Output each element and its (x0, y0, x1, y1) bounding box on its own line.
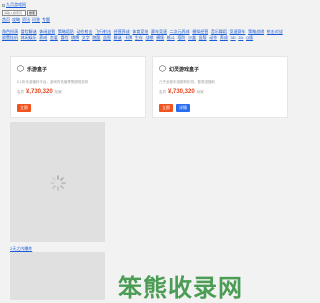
app-name[interactable]: 幻灵游戏盒子 (169, 66, 199, 73)
category-link[interactable]: 动作 (209, 35, 217, 40)
details-button[interactable]: 详情 (176, 104, 190, 112)
category-link[interactable]: 动作射击 (77, 29, 93, 34)
site-logo[interactable]: 九月游戏网 (2, 2, 26, 8)
category-link[interactable]: 养成 (39, 35, 47, 40)
category-link[interactable]: 策略战棋 (248, 29, 264, 34)
top-nav-link[interactable]: 首页 (2, 17, 10, 23)
category-link[interactable]: 冒险解谜 (21, 29, 37, 34)
category-link[interactable]: 文字 (82, 35, 90, 40)
top-nav-link[interactable]: 专题 (42, 17, 50, 23)
card-buttons: 立即 (17, 104, 31, 112)
category-link[interactable]: 解谜 (114, 35, 122, 40)
category-link[interactable]: 经营养成 (114, 29, 130, 34)
category-link[interactable]: 跑酷 (92, 35, 100, 40)
price-value: ¥,730,320 (168, 89, 195, 95)
category-nav: 角色扮演 冒险解谜 休闲益智 策略塔防 动作射击 飞行射击 经营养成 体育竞技 … (2, 29, 298, 41)
category-link[interactable]: 放置挂机 (2, 35, 18, 40)
category-link[interactable]: 休闲娱乐 (21, 35, 37, 40)
category-link[interactable]: 冒险 (61, 35, 69, 40)
category-link[interactable]: 策略塔防 (58, 29, 74, 34)
category-link[interactable]: 竞速赛车 (230, 29, 246, 34)
price-unit: 玩家 (196, 90, 204, 94)
top-nav-link[interactable]: 攻略 (12, 17, 20, 23)
category-link[interactable]: 二次元养成 (170, 29, 190, 34)
category-link[interactable]: Q版 (246, 35, 253, 40)
top-nav-link[interactable]: 资讯 (22, 17, 30, 23)
category-link[interactable]: 体育竞技 (132, 29, 148, 34)
category-link[interactable]: 休闲益智 (39, 29, 55, 34)
price-row: 会员 ¥,730,320 玩家 (159, 89, 204, 95)
category-link[interactable]: 赛车竞速 (151, 29, 167, 34)
category-link[interactable]: 益智 (103, 35, 111, 40)
watermark: 笨熊收录网 (118, 275, 243, 302)
image-placeholder (10, 252, 105, 300)
price-label: 会员 (17, 90, 24, 94)
category-link[interactable]: 战棋 (146, 35, 154, 40)
search-input[interactable] (2, 10, 26, 16)
category-link[interactable]: 棋牌 (71, 35, 79, 40)
category-link[interactable]: 竖版 (199, 35, 207, 40)
category-link[interactable]: 卡牌 (124, 35, 132, 40)
logo-image (2, 3, 5, 7)
app-name[interactable]: 乐游盒子 (27, 66, 47, 73)
app-description: 几乎全部手游都有折扣，登录送福利 (159, 80, 215, 84)
price-value: ¥,730,320 (26, 89, 53, 95)
category-link[interactable]: 横版 (156, 35, 164, 40)
app-description: 0.1折手游福利平台，游戏内充值享受超低折扣 (17, 80, 89, 84)
search-bar: 搜索 (2, 10, 38, 16)
card-buttons: 立即 详情 (159, 104, 190, 112)
top-nav-link[interactable]: 问答 (32, 17, 40, 23)
category-link[interactable]: 养成 (220, 35, 228, 40)
category-link[interactable]: 恋爱 (50, 35, 58, 40)
category-link[interactable]: 音乐舞蹈 (211, 29, 227, 34)
price-unit: 玩家 (54, 90, 62, 94)
category-link[interactable]: 3D (231, 35, 236, 40)
app-icon: ⬡ (17, 64, 24, 73)
app-card: ⬡ 乐游盒子 0.1折手游福利平台，游戏内充值享受超低折扣 会员 ¥,730,3… (10, 56, 146, 118)
category-link[interactable]: 角色扮演 (2, 29, 18, 34)
category-link[interactable]: 格斗 (167, 35, 175, 40)
top-nav: 首页 攻略 资讯 问答 专题 (2, 17, 50, 23)
category-link[interactable]: 2D (238, 35, 243, 40)
app-icon: ⬡ (159, 64, 166, 73)
app-card: ⬡ 幻灵游戏盒子 几乎全部手游都有折扣，登录送福利 会员 ¥,730,320 玩… (152, 56, 288, 118)
category-link[interactable]: 塔防 (177, 35, 185, 40)
category-link[interactable]: 射击对战 (267, 29, 283, 34)
category-link[interactable]: 模拟经营 (192, 29, 208, 34)
price-label: 会员 (159, 90, 166, 94)
category-link[interactable]: 沙盒 (188, 35, 196, 40)
logo-link[interactable]: 九月游戏网 (6, 2, 26, 8)
enter-button[interactable]: 立即 (17, 104, 31, 112)
price-row: 会员 ¥,730,320 玩家 (17, 89, 62, 95)
search-button[interactable]: 搜索 (27, 10, 38, 16)
loading-spinner-icon (50, 175, 66, 191)
image-placeholder (10, 122, 105, 242)
category-link[interactable]: 生存 (135, 35, 143, 40)
enter-button[interactable]: 立即 (159, 104, 173, 112)
category-link[interactable]: 飞行射击 (95, 29, 111, 34)
